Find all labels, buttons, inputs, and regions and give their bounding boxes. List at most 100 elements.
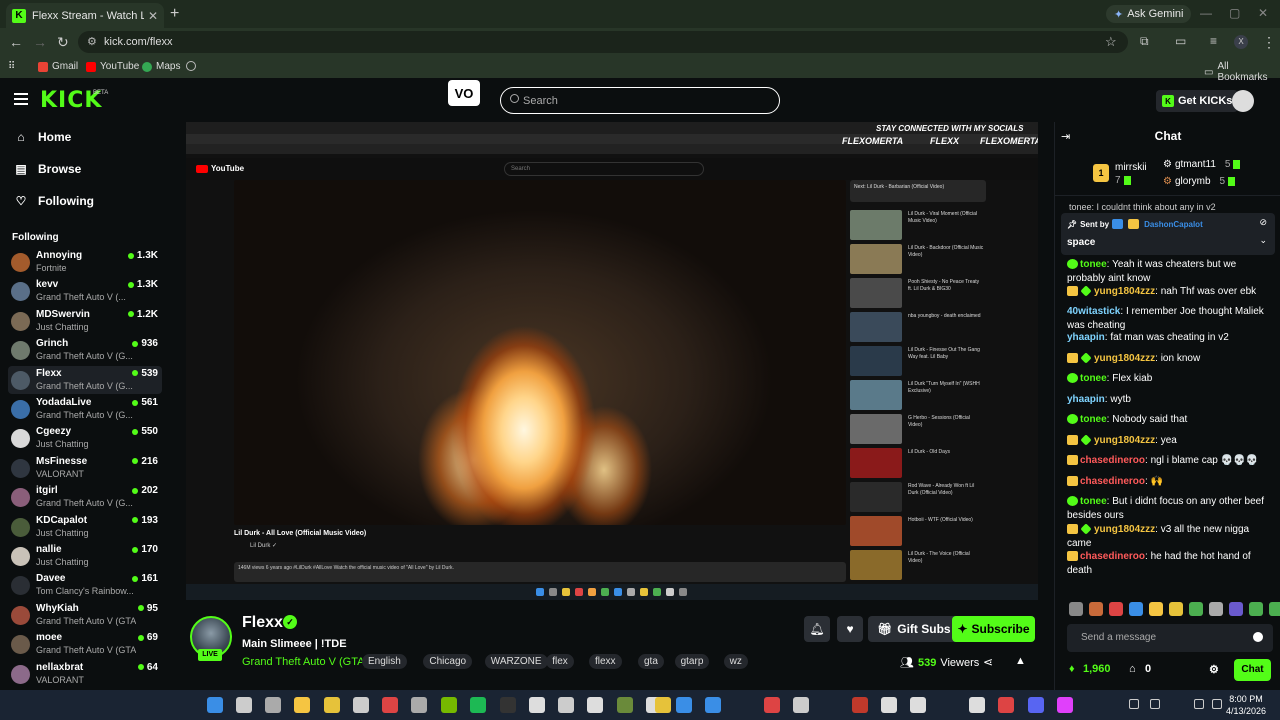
file-explorer-icon[interactable] [294,697,310,713]
back-icon[interactable]: ← [9,34,23,50]
following-channel-row[interactable]: Grinch Grand Theft Auto V (G... 936 [8,336,162,364]
file-icon[interactable] [910,697,926,713]
extensions-icon[interactable]: ⧉ [1140,34,1149,49]
search-icon[interactable] [236,697,252,713]
search-input[interactable]: Search [500,87,780,114]
stream-tag[interactable]: flex [546,654,574,669]
subscribe-button[interactable]: ✦ Subscribe [952,616,1035,642]
app-icon[interactable] [764,697,780,713]
chrome-icon[interactable] [324,697,340,713]
bookmark-youtube[interactable]: YouTube [86,61,139,72]
browser-menu-icon[interactable]: ⋮ [1262,34,1276,51]
channel-name[interactable]: Flexx [242,614,283,632]
stream-tag[interactable]: Chicago [423,654,473,669]
app-icon[interactable] [793,697,809,713]
bookmark-star-icon[interactable]: ☆ [1105,34,1117,50]
system-clock[interactable]: 8:00 PM 4/13/2026 [1226,693,1266,717]
close-window-icon[interactable]: ✕ [1258,6,1268,20]
close-tab-icon[interactable]: ✕ [148,9,158,23]
video-player[interactable]: STAY CONNECTED WITH MY SOCIALS FLEXOMERT… [186,122,1038,600]
emote-icon[interactable] [1109,602,1123,616]
stream-tag[interactable]: flexx [589,654,622,669]
following-channel-row[interactable]: moee Grand Theft Auto V (GTA) 69 [8,630,162,658]
vo-button[interactable]: VO [448,80,480,106]
nav-home[interactable]: ⌂ Home [14,130,71,144]
apps-grid-icon[interactable]: ⠿ [8,61,15,72]
show-hidden-icons-icon[interactable] [1129,699,1139,709]
user-avatar[interactable] [1232,90,1254,112]
emote-icon[interactable] [1169,602,1183,616]
chat-username[interactable]: yhaapin [1067,394,1105,405]
stream-tag[interactable]: WARZONE [484,654,548,669]
gifter-1[interactable]: 1 mirrskii [1093,162,1147,182]
chat-username[interactable]: yung1804zzz [1094,286,1155,297]
site-info-icon[interactable]: ⚙ [87,35,97,48]
follow-button[interactable]: ♥ [837,616,863,642]
spotify-icon[interactable] [470,697,486,713]
emote-icon[interactable] [1269,602,1280,616]
chrome-icon[interactable] [655,697,671,713]
new-tab-icon[interactable]: + [170,5,179,23]
unpin-icon[interactable]: ⊘ [1259,217,1267,228]
stream-tag[interactable]: gta [638,654,664,669]
bookmark-maps[interactable]: Maps [142,61,180,72]
following-channel-row[interactable]: Cgeezy Just Chatting 550 [8,424,162,452]
share-icon[interactable]: ⋖ [983,655,993,669]
split-view-icon[interactable]: ▭ [1175,34,1186,48]
chat-username[interactable]: yung1804zzz [1094,435,1155,446]
file-icon[interactable] [529,697,545,713]
file-icon[interactable] [969,697,985,713]
emote-icon[interactable] [1149,602,1163,616]
emote-icon[interactable] [1229,602,1243,616]
volume-icon[interactable] [1212,699,1222,709]
emote-icon[interactable] [1209,602,1223,616]
emoji-icon[interactable] [1253,632,1263,642]
epic-games-icon[interactable] [500,697,516,713]
emote-icon[interactable] [1069,602,1083,616]
pinned-user[interactable]: DashonCapalot [1144,220,1203,229]
chat-input[interactable]: Send a message [1067,624,1273,652]
address-bar[interactable]: ⚙ kick.com/flexx [78,31,1128,53]
ask-gemini-button[interactable]: ✦ Ask Gemini [1106,5,1192,23]
app-icon[interactable] [705,697,721,713]
browser-tab[interactable]: K Flexx Stream - Watch Live on Kick ✕ [6,3,164,28]
following-channel-row[interactable]: kevv Grand Theft Auto V (... 1.3K [8,277,162,305]
nav-following[interactable]: ♡ Following [14,194,94,208]
stream-tag[interactable]: gtarp [674,654,710,669]
stream-category[interactable]: Grand Theft Auto V (GTA) [242,656,368,668]
minecraft-icon[interactable] [617,697,633,713]
chat-username[interactable]: tonee [1080,259,1107,270]
gift-subs-button[interactable]: 🎁︎ Gift Subs [868,616,960,642]
wifi-icon[interactable] [1194,699,1204,709]
nvidia-icon[interactable] [441,697,457,713]
app-icon[interactable] [1057,697,1073,713]
chat-username[interactable]: chasedineroo [1080,455,1145,466]
following-channel-row[interactable]: WhyKiah Grand Theft Auto V (GTA) 95 [8,601,162,629]
get-kicks-button[interactable]: K Get KICKs [1156,90,1239,112]
stream-tag[interactable]: English [362,654,407,669]
gifter-3[interactable]: ⚙ glorymb 5 [1163,176,1236,187]
following-channel-row[interactable]: Flexx Grand Theft Auto V (G... 539 [8,365,162,394]
following-channel-row[interactable]: YodadaLive Grand Theft Auto V (G... 561 [8,395,162,423]
app-icon[interactable] [382,697,398,713]
chat-username[interactable]: yhaapin [1067,332,1105,343]
windows-start-icon[interactable] [207,697,223,713]
network-icon[interactable] [1150,699,1160,709]
following-channel-row[interactable]: Annoying Fortnite 1.3K [8,248,162,276]
maximize-icon[interactable]: ▢ [1229,6,1240,20]
chat-username[interactable]: tonee [1080,414,1107,425]
chat-username[interactable]: yung1804zzz [1094,524,1155,535]
following-channel-row[interactable]: MsFinesse VALORANT 216 [8,454,162,482]
following-channel-row[interactable]: KDCapalot Just Chatting 193 [8,513,162,541]
app-icon[interactable] [998,697,1014,713]
chat-username[interactable]: tonee [1080,496,1107,507]
emote-icon[interactable] [1089,602,1103,616]
discord-icon[interactable] [1028,697,1044,713]
following-channel-row[interactable]: Davee Tom Clancy's Rainbow... 161 [8,571,162,599]
following-channel-row[interactable]: nellaxbrat VALORANT 64 [8,660,162,688]
gifter-2[interactable]: ⚙ gtmant11 5 [1163,159,1241,170]
minimize-icon[interactable]: — [1200,6,1212,20]
chat-username[interactable]: 40witastick [1067,306,1120,317]
forward-icon[interactable]: → [33,34,47,50]
media-icon[interactable]: ≡ [1210,34,1217,48]
